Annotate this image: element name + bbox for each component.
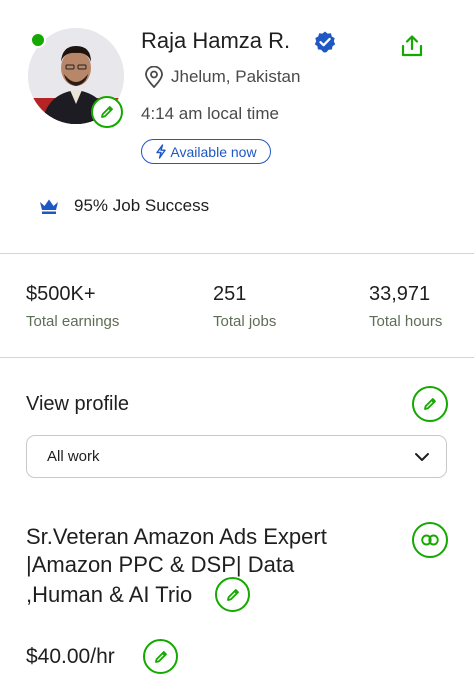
stat-value: 33,971 <box>369 283 431 305</box>
freelancer-name: Raja Hamza R. <box>141 28 291 53</box>
edit-rate-button[interactable] <box>143 639 178 674</box>
location-text: Jhelum, Pakistan <box>171 67 301 86</box>
stat-hours: 33,971 Total hours <box>369 283 442 330</box>
edit-title-button[interactable] <box>215 577 250 612</box>
availability-badge[interactable]: Available now <box>141 139 271 164</box>
stat-label: Total jobs <box>213 313 277 330</box>
select-value: All work <box>47 448 100 465</box>
link-icon <box>421 534 439 546</box>
stat-jobs: 251 Total jobs <box>213 283 276 330</box>
stat-label: Total hours <box>369 313 443 330</box>
edit-photo-button[interactable] <box>91 96 123 128</box>
stat-value: $500K+ <box>26 283 96 305</box>
divider <box>0 357 474 358</box>
local-time-text: 4:14 am local time <box>141 104 279 123</box>
online-status-icon <box>30 32 46 48</box>
profile-title-line: ,Human & AI Trio <box>26 582 193 607</box>
edit-view-profile-button[interactable] <box>412 386 448 422</box>
divider <box>0 253 474 254</box>
work-filter-select[interactable]: All work <box>26 435 447 478</box>
verified-badge-icon <box>314 31 336 53</box>
map-pin-icon <box>145 66 163 88</box>
hourly-rate: $40.00/hr <box>26 645 115 668</box>
availability-label: Available now <box>170 143 257 160</box>
share-icon[interactable] <box>398 32 426 60</box>
stat-label: Total earnings <box>26 313 120 330</box>
pencil-icon <box>154 650 167 663</box>
profile-title-line: Sr.Veteran Amazon Ads Expert <box>26 524 327 549</box>
job-success-text: 95% Job Success <box>74 196 210 215</box>
chevron-down-icon <box>415 452 429 461</box>
view-profile-heading: View profile <box>26 393 130 415</box>
bolt-icon <box>156 144 167 159</box>
stat-earnings: $500K+ Total earnings <box>26 283 119 330</box>
stat-value: 251 <box>213 283 247 305</box>
crown-icon <box>40 199 58 214</box>
pencil-icon <box>226 588 239 601</box>
pencil-icon <box>424 398 436 410</box>
pencil-icon <box>101 106 113 118</box>
profile-title-line: |Amazon PPC & DSP| Data <box>26 552 295 577</box>
copy-link-button[interactable] <box>412 522 448 558</box>
